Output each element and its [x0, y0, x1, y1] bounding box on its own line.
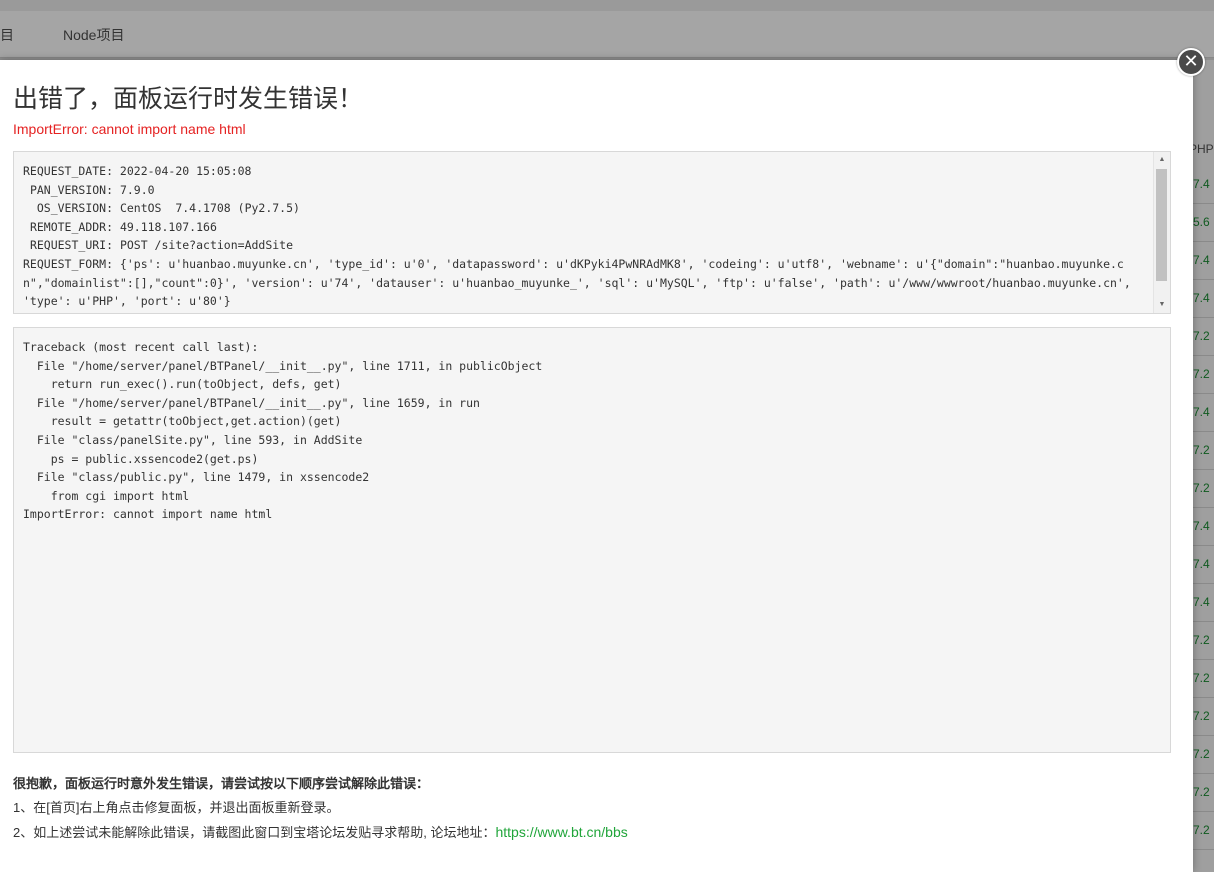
help-heading: 很抱歉，面板运行时意外发生错误，请尝试按以下顺序尝试解除此错误： [13, 776, 430, 791]
app-topbar [0, 0, 1214, 11]
php-version-cell: 7.4 [1193, 394, 1214, 432]
php-version-cell: 7.4 [1193, 242, 1214, 280]
php-version-cell: 7.2 [1193, 622, 1214, 660]
php-version-cell: 7.4 [1193, 508, 1214, 546]
error-dialog: 出错了，面板运行时发生错误！ ImportError: cannot impor… [0, 60, 1193, 872]
php-version-cell: 7.2 [1193, 812, 1214, 850]
scroll-thumb[interactable] [1156, 169, 1167, 281]
php-version-cell: 7.2 [1193, 318, 1214, 356]
traceback-box[interactable]: Traceback (most recent call last): File … [13, 327, 1171, 753]
php-version-cell: 7.2 [1193, 698, 1214, 736]
traceback-text: Traceback (most recent call last): File … [23, 340, 543, 522]
help-step-1: 1、在[首页]右上角点击修复面板，并退出面板重新登录。 [13, 800, 340, 815]
forum-link[interactable]: https://www.bt.cn/bbs [495, 824, 627, 840]
request-scrollbar[interactable]: ▲ ▼ [1153, 152, 1170, 313]
help-step-2: 2、如上述尝试未能解除此错误，请截图此窗口到宝塔论坛发贴寻求帮助, 论坛地址：h… [13, 820, 628, 845]
php-version-cell: 7.4 [1193, 584, 1214, 622]
scroll-up-arrow-icon[interactable]: ▲ [1154, 152, 1170, 168]
scroll-down-arrow-icon[interactable]: ▼ [1154, 297, 1170, 313]
tab-project-partial[interactable]: 目 [0, 25, 14, 45]
php-version-cell: 7.4 [1193, 166, 1214, 204]
help-step-2-text: 2、如上述尝试未能解除此错误，请截图此窗口到宝塔论坛发贴寻求帮助, 论坛地址： [13, 825, 496, 840]
php-version-cell: 7.4 [1193, 280, 1214, 318]
php-version-cell: 7.2 [1193, 432, 1214, 470]
php-version-cell: 7.2 [1193, 470, 1214, 508]
php-version-cell: 7.2 [1193, 660, 1214, 698]
php-version-cell: 5.6 [1193, 204, 1214, 242]
php-version-cell: 7.4 [1193, 546, 1214, 584]
tab-node-project[interactable]: Node项目 [63, 25, 124, 45]
close-icon: ✕ [1183, 51, 1199, 71]
project-tabbar: 目 Node项目 [0, 11, 1214, 58]
php-version-cell: 7.2 [1193, 356, 1214, 394]
help-section: 很抱歉，面板运行时意外发生错误，请尝试按以下顺序尝试解除此错误： 1、在[首页]… [13, 772, 628, 845]
php-version-cell: 7.2 [1193, 736, 1214, 774]
close-dialog-button[interactable]: ✕ [1177, 48, 1205, 76]
dialog-title: 出错了，面板运行时发生错误！ [13, 85, 364, 113]
php-version-cell: 7.2 [1193, 774, 1214, 812]
request-info-text: REQUEST_DATE: 2022-04-20 15:05:08 PAN_VE… [23, 164, 1131, 309]
request-info-box[interactable]: REQUEST_DATE: 2022-04-20 15:05:08 PAN_VE… [13, 151, 1171, 314]
error-message: ImportError: cannot import name html [13, 121, 246, 137]
